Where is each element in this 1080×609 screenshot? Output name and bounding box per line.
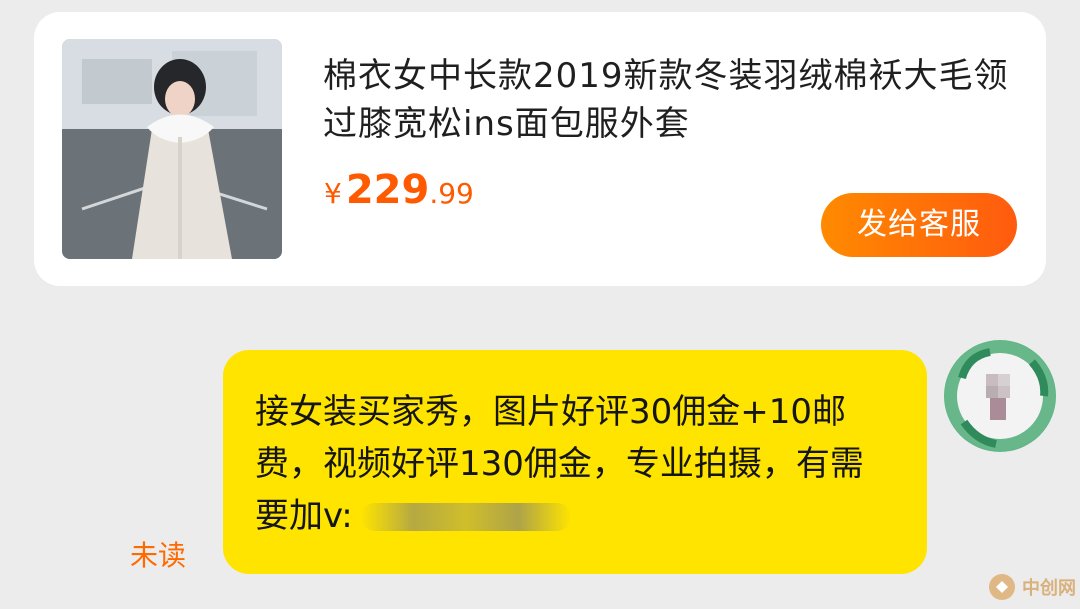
- product-price: ¥229.99: [324, 167, 474, 213]
- watermark-text: 中创网: [1022, 578, 1076, 599]
- product-card: 棉衣女中长款2019新款冬装羽绒棉袄大毛领过膝宽松ins面包服外套 ¥229.9…: [34, 12, 1046, 286]
- unread-status: 未读: [130, 539, 187, 572]
- send-to-service-button[interactable]: 发给客服: [821, 193, 1017, 257]
- price-decimal: .99: [429, 177, 474, 210]
- logo-icon: [989, 574, 1015, 600]
- message-text: 接女装买家秀，图片好评30佣金+10邮费，视频好评130佣金，专业拍摄，有需要加…: [255, 386, 895, 542]
- product-title: 棉衣女中长款2019新款冬装羽绒棉袄大毛领过膝宽松ins面包服外套: [323, 56, 1009, 144]
- product-photo-icon[interactable]: [62, 39, 282, 259]
- user-avatar-icon[interactable]: [944, 340, 1056, 452]
- message-row: 未读 接女装买家秀，图片好评30佣金+10邮费，视频好评130佣金，专业拍摄，有…: [0, 340, 1080, 609]
- price-currency: ¥: [324, 177, 342, 210]
- blurred-id: [360, 503, 571, 531]
- price-integer: 229: [345, 167, 430, 213]
- chat-bubble[interactable]: 接女装买家秀，图片好评30佣金+10邮费，视频好评130佣金，专业拍摄，有需要加…: [223, 350, 927, 574]
- watermark: 中创网: [986, 567, 1076, 607]
